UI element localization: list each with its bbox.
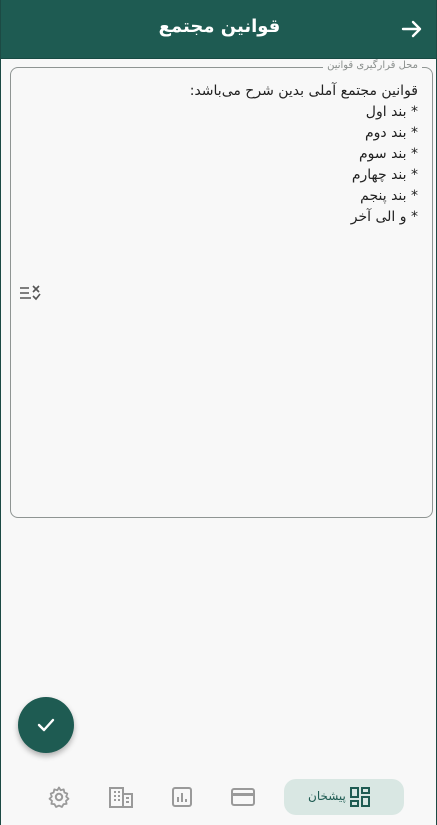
chart-icon	[172, 787, 192, 807]
screen: قوانین مجتمع محل قرارگیری قوانین قوانین …	[0, 0, 437, 825]
dashboard-icon	[350, 787, 370, 807]
rules-text: قوانین مجتمع آملی بدین شرح می‌باشد: * بن…	[51, 81, 418, 228]
credit-card-icon	[231, 788, 255, 806]
nav-item-settings[interactable]	[47, 779, 75, 815]
rules-text-area[interactable]: محل قرارگیری قوانین قوانین مجتمع آملی بد…	[10, 60, 433, 518]
rules-line: * بند اول	[365, 104, 418, 120]
save-fab-button[interactable]	[18, 697, 74, 753]
rules-line: * بند پنجم	[360, 188, 418, 204]
nav-item-reports[interactable]	[170, 779, 198, 815]
rules-line: * بند دوم	[364, 125, 418, 141]
nav-dashboard-label: پیشخان	[308, 789, 346, 803]
nav-item-dashboard[interactable]: پیشخان	[284, 779, 404, 815]
nav-item-complex[interactable]	[108, 779, 136, 815]
rules-line: * و الی آخر	[350, 209, 418, 225]
rules-line: * بند سوم	[358, 146, 418, 162]
app-bar: قوانین مجتمع	[1, 0, 436, 59]
bottom-nav: پیشخان	[1, 765, 436, 825]
gear-icon	[48, 786, 70, 808]
rules-line: * بند چهارم	[351, 167, 418, 183]
building-icon	[109, 787, 133, 808]
arrow-forward-icon[interactable]	[400, 17, 424, 41]
rules-field-label: محل قرارگیری قوانین	[323, 60, 422, 71]
rules-line: قوانین مجتمع آملی بدین شرح می‌باشد:	[189, 83, 418, 99]
page-title: قوانین مجتمع	[158, 16, 281, 37]
nav-item-payments[interactable]	[230, 779, 258, 815]
check-icon	[37, 718, 55, 732]
clear-list-icon[interactable]	[19, 283, 41, 303]
